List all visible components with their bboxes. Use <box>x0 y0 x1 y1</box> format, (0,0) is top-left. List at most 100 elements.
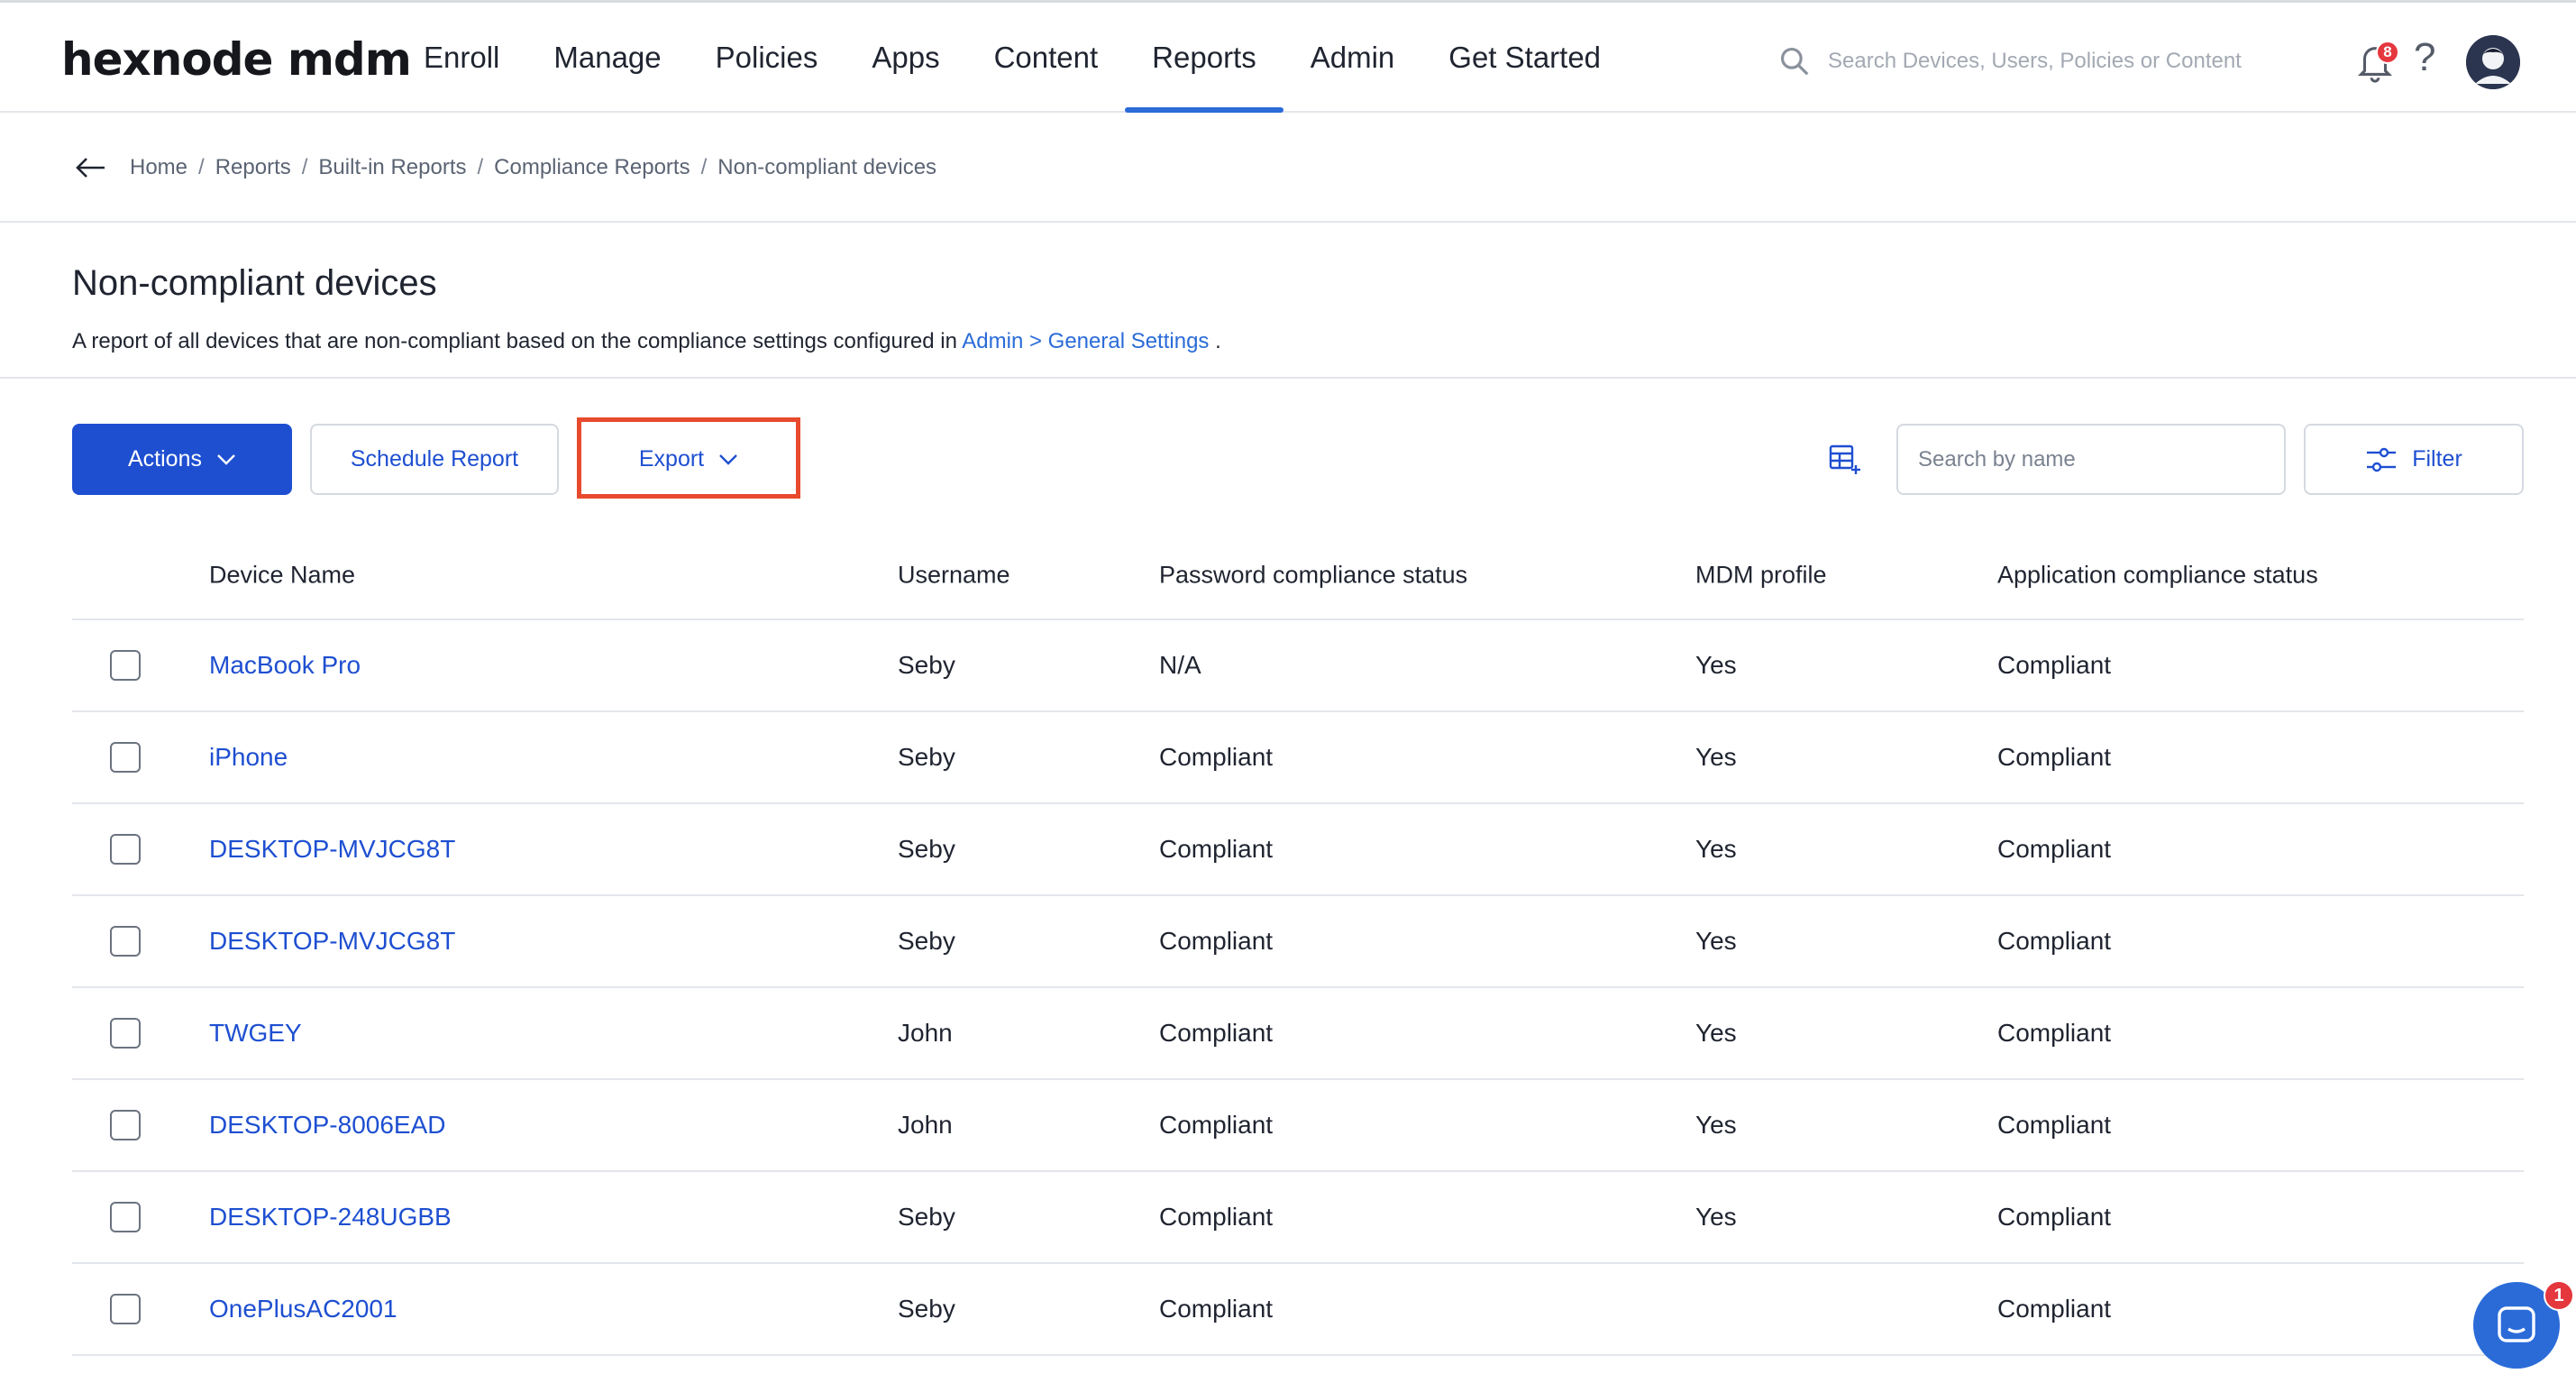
filter-label: Filter <box>2412 446 2462 472</box>
table-columns-icon[interactable] <box>1828 444 1862 476</box>
table-row: DESKTOP-MVJCG8T Seby Compliant Yes Compl… <box>72 804 2524 896</box>
chat-bubble-icon <box>2498 1306 2535 1342</box>
row-checkbox[interactable] <box>110 1202 141 1232</box>
device-name-link[interactable]: DESKTOP-8006EAD <box>209 1111 446 1140</box>
export-label: Export <box>638 446 705 472</box>
app-compliance-cell: Compliant <box>1997 835 2112 863</box>
schedule-report-label: Schedule Report <box>350 446 519 472</box>
filter-sliders-icon <box>2367 447 2397 472</box>
row-checkbox[interactable] <box>110 834 141 865</box>
app-compliance-cell: Compliant <box>1997 651 2112 679</box>
mdm-profile-cell: Yes <box>1695 927 1737 955</box>
page-title: Non-compliant devices <box>72 263 437 303</box>
row-checkbox[interactable] <box>110 650 141 681</box>
chevron-down-icon <box>217 453 235 465</box>
user-avatar-icon <box>2466 35 2520 89</box>
mdm-profile-cell: Yes <box>1695 835 1737 863</box>
help-icon[interactable]: ? <box>2414 35 2435 80</box>
password-status-cell: Compliant <box>1159 1019 1274 1047</box>
device-name-link[interactable]: TWGEY <box>209 1019 302 1048</box>
nav-content[interactable]: Content <box>967 3 1126 113</box>
breadcrumb-separator: / <box>301 155 308 179</box>
device-name-link[interactable]: DESKTOP-MVJCG8T <box>209 927 455 956</box>
actions-label: Actions <box>128 446 202 472</box>
nav-apps[interactable]: Apps <box>845 3 966 113</box>
nav-policies[interactable]: Policies <box>689 3 845 113</box>
row-checkbox[interactable] <box>110 1018 141 1049</box>
description-suffix: . <box>1209 329 1221 353</box>
app-compliance-cell: Compliant <box>1997 1019 2112 1047</box>
avatar[interactable] <box>2466 35 2520 89</box>
breadcrumb-separator: / <box>700 155 708 179</box>
column-password-compliance[interactable]: Password compliance status <box>1159 562 1467 590</box>
password-status-cell: Compliant <box>1159 835 1274 863</box>
filter-button[interactable]: Filter <box>2304 424 2524 495</box>
column-application-compliance[interactable]: Application compliance status <box>1997 562 2318 590</box>
nav-enroll[interactable]: Enroll <box>397 3 526 113</box>
device-name-link[interactable]: MacBook Pro <box>209 651 361 680</box>
password-status-cell: N/A <box>1159 651 1201 679</box>
global-search-input[interactable] <box>1828 49 2279 74</box>
export-button[interactable]: Export <box>584 424 793 495</box>
table-row: TWGEY John Compliant Yes Compliant <box>72 988 2524 1080</box>
app-compliance-cell: Compliant <box>1997 1111 2112 1139</box>
row-checkbox[interactable] <box>110 1110 141 1140</box>
hexnode-logo[interactable]: hexnode mdm <box>61 33 412 86</box>
mdm-profile-cell: Yes <box>1695 1019 1737 1047</box>
back-arrow-icon[interactable] <box>74 154 106 181</box>
top-navigation-bar: hexnode mdm Enroll Manage Policies Apps … <box>0 0 2576 113</box>
app-compliance-cell: Compliant <box>1997 927 2112 955</box>
mdm-profile-cell: Yes <box>1695 651 1737 679</box>
chevron-down-icon <box>719 453 737 465</box>
breadcrumb-built-in-reports[interactable]: Built-in Reports <box>318 155 466 180</box>
username-cell: John <box>898 1111 953 1139</box>
table-row: DESKTOP-MVJCG8T Seby Compliant Yes Compl… <box>72 896 2524 988</box>
password-status-cell: Compliant <box>1159 1295 1274 1323</box>
row-checkbox[interactable] <box>110 1294 141 1324</box>
breadcrumb-compliance-reports[interactable]: Compliance Reports <box>494 155 690 180</box>
table-row: OnePlusAC2001 Seby Compliant Compliant <box>72 1264 2524 1356</box>
main-nav: Enroll Manage Policies Apps Content Repo… <box>397 3 1628 113</box>
search-by-name-input[interactable] <box>1896 424 2286 495</box>
breadcrumb-bar: Home / Reports / Built-in Reports / Comp… <box>0 113 2576 223</box>
username-cell: John <box>898 1019 953 1047</box>
schedule-report-button[interactable]: Schedule Report <box>310 424 559 495</box>
mdm-profile-cell: Yes <box>1695 1203 1737 1231</box>
device-name-link[interactable]: DESKTOP-248UGBB <box>209 1203 452 1232</box>
table-row: DESKTOP-8006EAD John Compliant Yes Compl… <box>72 1080 2524 1172</box>
device-name-link[interactable]: DESKTOP-MVJCG8T <box>209 835 455 864</box>
password-status-cell: Compliant <box>1159 1203 1274 1231</box>
nav-admin[interactable]: Admin <box>1283 3 1422 113</box>
global-search[interactable] <box>1777 39 2282 84</box>
device-name-link[interactable]: iPhone <box>209 743 288 772</box>
column-device-name[interactable]: Device Name <box>209 562 355 590</box>
username-cell: Seby <box>898 1295 955 1323</box>
search-icon <box>1780 47 1809 76</box>
actions-button[interactable]: Actions <box>72 424 292 495</box>
description-text: A report of all devices that are non-com… <box>72 329 963 353</box>
divider <box>0 377 2576 379</box>
admin-general-settings-link[interactable]: Admin > General Settings <box>962 329 1209 353</box>
column-username[interactable]: Username <box>898 562 1010 590</box>
password-status-cell: Compliant <box>1159 743 1274 771</box>
password-status-cell: Compliant <box>1159 1111 1274 1139</box>
app-compliance-cell: Compliant <box>1997 1203 2112 1231</box>
username-cell: Seby <box>898 835 955 863</box>
app-compliance-cell: Compliant <box>1997 1295 2112 1323</box>
breadcrumb: Home / Reports / Built-in Reports / Comp… <box>130 155 936 180</box>
breadcrumb-home[interactable]: Home <box>130 155 187 180</box>
column-mdm-profile[interactable]: MDM profile <box>1695 562 1827 590</box>
table-row: MacBook Pro Seby N/A Yes Compliant <box>72 620 2524 712</box>
row-checkbox[interactable] <box>110 742 141 773</box>
nav-get-started[interactable]: Get Started <box>1421 3 1628 113</box>
device-name-link[interactable]: OnePlusAC2001 <box>209 1295 397 1323</box>
mdm-profile-cell: Yes <box>1695 743 1737 771</box>
username-cell: Seby <box>898 651 955 679</box>
row-checkbox[interactable] <box>110 926 141 957</box>
nav-manage[interactable]: Manage <box>526 3 688 113</box>
nav-reports[interactable]: Reports <box>1125 3 1283 113</box>
breadcrumb-reports[interactable]: Reports <box>215 155 291 180</box>
mdm-profile-cell: Yes <box>1695 1111 1737 1139</box>
password-status-cell: Compliant <box>1159 927 1274 955</box>
breadcrumb-separator: / <box>477 155 484 179</box>
